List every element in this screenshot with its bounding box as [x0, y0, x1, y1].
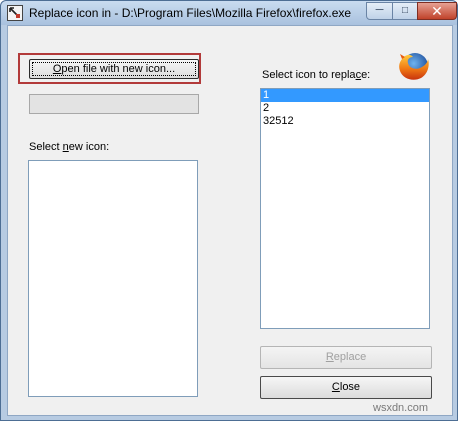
select-icon-to-replace-label: Select icon to replace:: [262, 69, 370, 81]
minimize-button[interactable]: ─: [366, 2, 393, 20]
select-new-icon-label-post: ew icon:: [68, 141, 110, 153]
select-new-icon-label-pre: Select: [29, 141, 63, 153]
icon-list-item-32512[interactable]: 32512: [261, 115, 429, 128]
select-replace-label-pre: Select icon to repla: [262, 69, 356, 81]
close-window-button[interactable]: ✕: [417, 2, 457, 20]
icon-to-replace-list[interactable]: 1 2 32512: [260, 88, 430, 329]
dialog-client-area: Open file with new icon... Select new ic…: [7, 25, 453, 416]
select-new-icon-label: Select new icon:: [29, 141, 109, 153]
icon-file-path-field: [29, 94, 199, 114]
open-file-button[interactable]: Open file with new icon...: [29, 59, 199, 79]
replace-icon-window: Replace icon in - D:\Program Files\Mozil…: [0, 0, 458, 421]
select-replace-label-post: e:: [361, 69, 371, 81]
watermark: wsxdn.com: [373, 402, 429, 414]
open-file-label: pen file with new icon...: [61, 63, 176, 75]
window-title: Replace icon in - D:\Program Files\Mozil…: [29, 6, 352, 20]
title-bar[interactable]: Replace icon in - D:\Program Files\Mozil…: [1, 1, 457, 25]
replace-button[interactable]: Replace: [260, 346, 432, 369]
new-icon-list[interactable]: [28, 160, 198, 397]
replace-label: eplace: [333, 351, 367, 363]
replace-access-key: R: [325, 351, 334, 363]
close-button[interactable]: Close: [260, 376, 432, 399]
icon-list-item-1[interactable]: 1: [261, 89, 429, 102]
firefox-logo-icon: [399, 53, 429, 80]
app-icon[interactable]: [7, 5, 23, 21]
close-label: lose: [339, 381, 361, 393]
close-access-key: C: [331, 381, 340, 393]
icon-list-item-2[interactable]: 2: [261, 102, 429, 115]
maximize-button[interactable]: □: [392, 2, 418, 20]
